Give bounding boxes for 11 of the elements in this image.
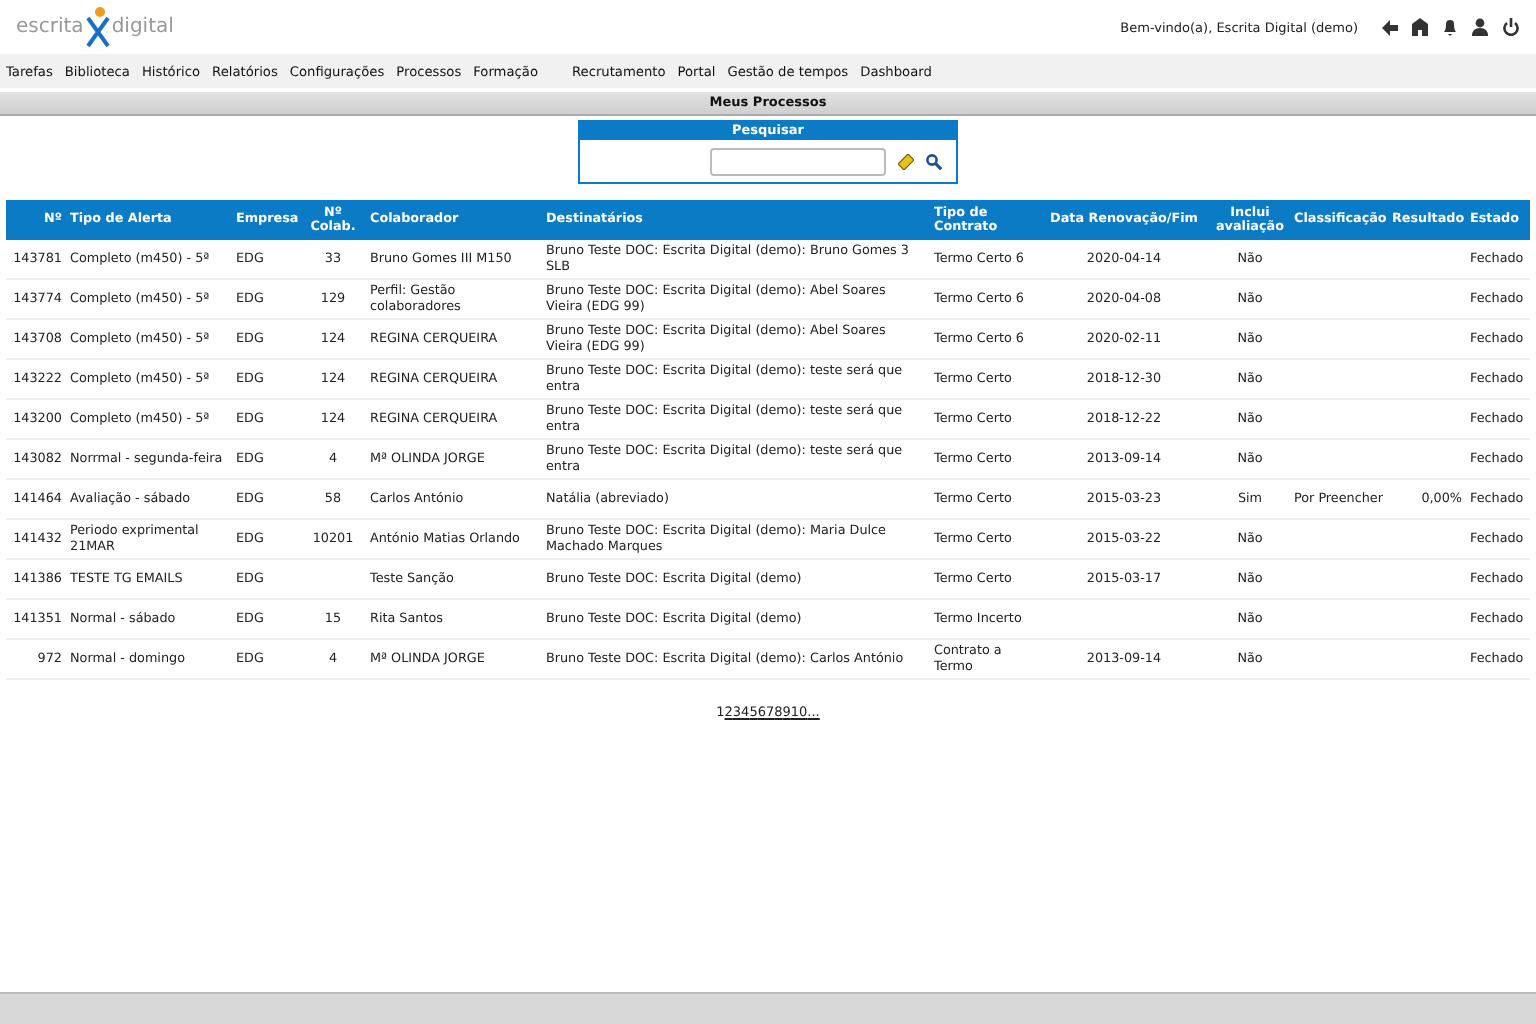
user-icon[interactable] [1472,18,1488,36]
eraser-icon[interactable] [898,153,914,169]
search-field[interactable] [710,147,886,175]
logo-text: escrita [16,16,84,38]
back-arrow-icon[interactable] [1382,19,1398,35]
logo-text: digital [111,16,174,38]
building-icon[interactable] [1412,18,1428,36]
person-logo-icon [83,5,112,49]
power-icon[interactable] [1502,18,1520,36]
search-icon[interactable] [926,153,942,169]
bell-icon[interactable] [1442,18,1458,36]
